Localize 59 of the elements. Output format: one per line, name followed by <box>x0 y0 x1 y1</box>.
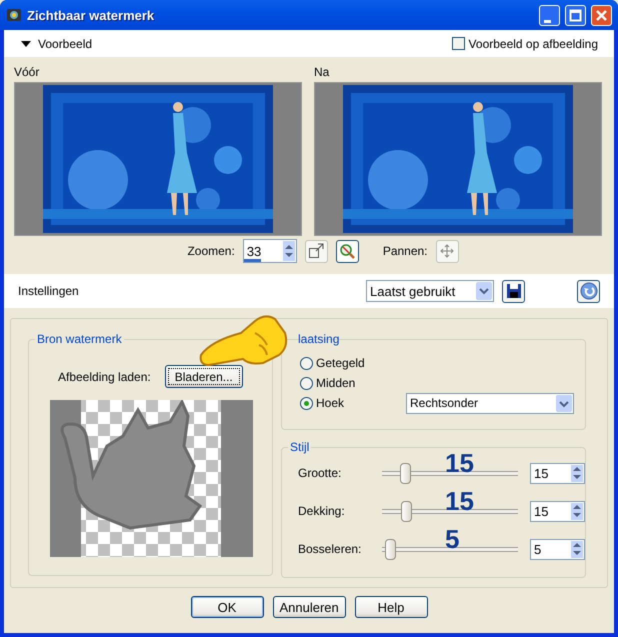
save-button[interactable] <box>502 280 525 302</box>
load-image-label: Afbeelding laden: <box>58 370 151 384</box>
close-button[interactable] <box>591 4 612 26</box>
slider-label: Bosseleren: <box>298 542 362 556</box>
annotation-number: 15 <box>445 450 474 476</box>
browse-button[interactable]: Bladeren... <box>164 365 243 388</box>
pan-button[interactable] <box>436 240 459 262</box>
value-input[interactable]: 5 <box>531 540 570 558</box>
slider-thumb[interactable] <box>385 538 396 560</box>
window-title: Zichtbaar watermerk <box>27 8 156 22</box>
spin-arrows-icon[interactable] <box>571 542 583 556</box>
minimize-icon <box>544 20 551 22</box>
magnifier-icon <box>339 243 356 259</box>
zoom-button[interactable] <box>336 240 359 262</box>
spin-arrows-icon[interactable] <box>571 466 583 480</box>
expand-icon <box>308 243 324 259</box>
value-input[interactable]: 15 <box>531 502 570 520</box>
app-icon <box>6 7 22 23</box>
slider-thumb[interactable] <box>400 462 412 484</box>
annotation-number: 5 <box>445 526 460 552</box>
value-field[interactable]: 5 <box>530 538 585 560</box>
dialog-button[interactable]: OK <box>190 596 264 618</box>
preview-label: Na <box>314 65 330 79</box>
group-title: laatsing <box>297 332 340 346</box>
radio-label[interactable]: Midden <box>316 376 356 390</box>
zoom-input[interactable]: 33 <box>244 240 282 262</box>
value-field[interactable]: 15 <box>530 462 585 484</box>
radio-button[interactable] <box>300 376 313 390</box>
slider-label: Grootte: <box>298 466 342 480</box>
fit-button[interactable] <box>304 240 328 262</box>
zoom-field[interactable]: 33 <box>242 239 297 263</box>
value-field[interactable]: 15 <box>530 500 585 522</box>
annotation-number: 15 <box>445 488 474 514</box>
dialog-button[interactable]: Annuleren <box>272 596 346 618</box>
preset-dropdown[interactable]: Laatst gebruikt <box>366 280 494 302</box>
move-icon <box>440 244 454 258</box>
corner-dropdown[interactable]: Rechtsonder <box>406 392 574 414</box>
minimize-button[interactable] <box>539 4 560 26</box>
slider-thumb[interactable] <box>401 500 412 522</box>
settings-label: Instellingen <box>18 284 79 298</box>
dialog-button[interactable]: Help <box>354 596 428 618</box>
radio-label[interactable]: Hoek <box>316 396 344 410</box>
maximize-button[interactable] <box>565 4 586 26</box>
checkbox-label: Voorbeeld op afbeelding <box>468 36 598 50</box>
reset-button[interactable] <box>577 280 600 302</box>
radio-button[interactable] <box>300 356 313 370</box>
spin-arrows-icon[interactable] <box>282 244 295 258</box>
radio-button[interactable] <box>300 396 313 410</box>
group-title: Bron watermerk <box>35 332 124 346</box>
pan-label: Pannen: <box>382 244 428 258</box>
group-title: Stijl <box>288 440 312 454</box>
preview-toggle[interactable]: Voorbeeld <box>20 36 92 50</box>
zoom-label: Zoomen: <box>187 244 235 258</box>
radio-label[interactable]: Getegeld <box>316 356 365 370</box>
slider-label: Dekking: <box>298 504 346 518</box>
spin-arrows-icon[interactable] <box>571 504 583 518</box>
preview-label: Vóór <box>14 65 40 79</box>
value-input[interactable]: 15 <box>531 464 570 482</box>
checkbox[interactable] <box>452 37 465 50</box>
